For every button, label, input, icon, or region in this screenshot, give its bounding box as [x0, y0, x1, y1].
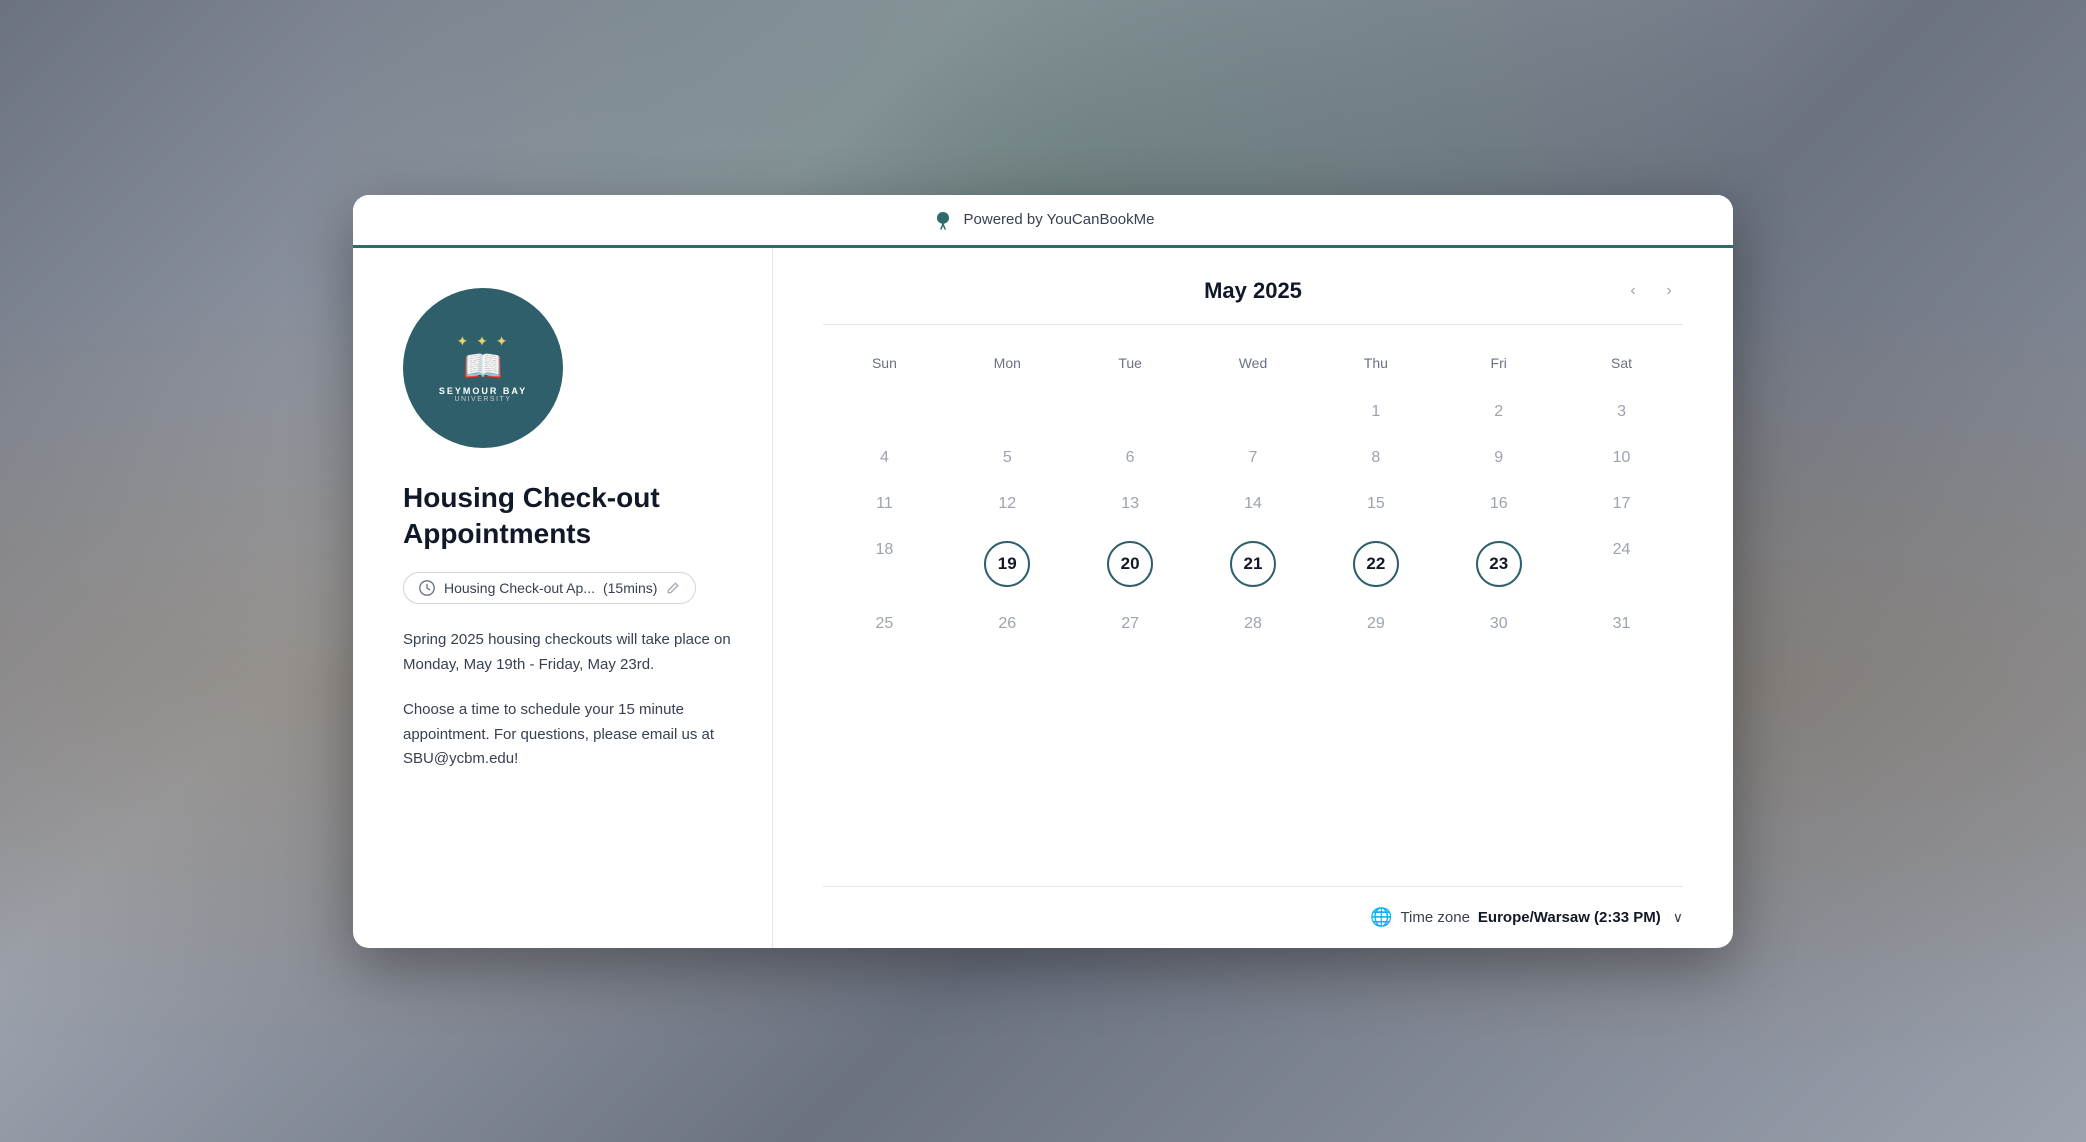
description-2: Choose a time to schedule your 15 minute…	[403, 698, 732, 772]
calendar-date-23[interactable]: 23	[1437, 527, 1560, 601]
calendar-date-8: 8	[1314, 435, 1437, 481]
calendar-date-9: 9	[1437, 435, 1560, 481]
calendar-date-7: 7	[1192, 435, 1315, 481]
clock-icon	[418, 579, 436, 597]
logo-org-name: SEYMOUR BAY	[439, 386, 527, 396]
globe-icon: 🌐	[1370, 907, 1392, 928]
calendar-date-5: 5	[946, 435, 1069, 481]
org-logo: ✦ ✦ ✦ 📖 SEYMOUR BAY UNIVERSITY	[403, 288, 563, 448]
ycbm-logo-icon	[932, 209, 954, 231]
calendar-divider	[823, 324, 1683, 325]
modal-header: Powered by YouCanBookMe	[353, 195, 1733, 248]
appointment-badge: Housing Check-out Ap... (15mins)	[403, 572, 696, 604]
calendar-grid: SunMonTueWedThuFriSat1234567891011121314…	[823, 345, 1683, 647]
calendar-date-28: 28	[1192, 601, 1315, 647]
calendar-date-31: 31	[1560, 601, 1683, 647]
badge-label: Housing Check-out Ap...	[444, 580, 595, 596]
calendar-footer: 🌐 Time zone Europe/Warsaw (2:33 PM) ∨	[823, 886, 1683, 928]
logo-org-sub: UNIVERSITY	[439, 396, 527, 403]
calendar-header: May 2025 ‹ ›	[823, 278, 1683, 304]
calendar-empty-cell	[1192, 389, 1315, 435]
modal-container: Powered by YouCanBookMe ✦ ✦ ✦ 📖 SEYMOUR …	[353, 195, 1733, 948]
calendar-date-18: 18	[823, 527, 946, 601]
calendar-date-4: 4	[823, 435, 946, 481]
logo-inner: ✦ ✦ ✦ 📖 SEYMOUR BAY UNIVERSITY	[439, 333, 527, 403]
calendar-date-20[interactable]: 20	[1069, 527, 1192, 601]
logo-book-icon: 📖	[439, 350, 527, 382]
calendar-date-2: 2	[1437, 389, 1560, 435]
calendar-date-30: 30	[1437, 601, 1560, 647]
left-panel: ✦ ✦ ✦ 📖 SEYMOUR BAY UNIVERSITY Housing C…	[353, 248, 773, 948]
timezone-label: Time zone	[1400, 909, 1469, 926]
calendar-dow-sun: Sun	[823, 345, 946, 389]
description: Spring 2025 housing checkouts will take …	[403, 628, 732, 772]
calendar-date-27: 27	[1069, 601, 1192, 647]
calendar-empty-cell	[823, 389, 946, 435]
modal-body: ✦ ✦ ✦ 📖 SEYMOUR BAY UNIVERSITY Housing C…	[353, 248, 1733, 948]
calendar-date-17: 17	[1560, 481, 1683, 527]
calendar-date-29: 29	[1314, 601, 1437, 647]
calendar-date-15: 15	[1314, 481, 1437, 527]
prev-month-button[interactable]: ‹	[1619, 277, 1647, 305]
calendar-date-22[interactable]: 22	[1314, 527, 1437, 601]
calendar-date-10: 10	[1560, 435, 1683, 481]
calendar-dow-mon: Mon	[946, 345, 1069, 389]
calendar-date-3: 3	[1560, 389, 1683, 435]
calendar-title: May 2025	[1204, 278, 1302, 304]
calendar-date-26: 26	[946, 601, 1069, 647]
calendar-date-21[interactable]: 21	[1192, 527, 1315, 601]
next-month-button[interactable]: ›	[1655, 277, 1683, 305]
calendar-date-14: 14	[1192, 481, 1315, 527]
calendar-date-16: 16	[1437, 481, 1560, 527]
powered-by-text: Powered by YouCanBookMe	[964, 211, 1155, 228]
calendar-empty-cell	[946, 389, 1069, 435]
calendar-date-11: 11	[823, 481, 946, 527]
timezone-dropdown-button[interactable]: ∨	[1673, 909, 1683, 926]
timezone-value: Europe/Warsaw (2:33 PM)	[1478, 909, 1661, 926]
nav-arrows: ‹ ›	[1619, 277, 1683, 305]
calendar-dow-wed: Wed	[1192, 345, 1315, 389]
calendar-date-24: 24	[1560, 527, 1683, 601]
description-1: Spring 2025 housing checkouts will take …	[403, 628, 732, 678]
calendar-date-1: 1	[1314, 389, 1437, 435]
calendar-date-12: 12	[946, 481, 1069, 527]
logo-stars: ✦ ✦ ✦	[439, 333, 527, 350]
calendar-empty-cell	[1069, 389, 1192, 435]
calendar-date-13: 13	[1069, 481, 1192, 527]
calendar-dow-sat: Sat	[1560, 345, 1683, 389]
calendar-dow-fri: Fri	[1437, 345, 1560, 389]
badge-duration: (15mins)	[603, 580, 657, 596]
right-panel: May 2025 ‹ › SunMonTueWedThuFriSat123456…	[773, 248, 1733, 948]
calendar-date-6: 6	[1069, 435, 1192, 481]
calendar-dow-thu: Thu	[1314, 345, 1437, 389]
calendar-date-25: 25	[823, 601, 946, 647]
calendar-date-19[interactable]: 19	[946, 527, 1069, 601]
page-title: Housing Check-out Appointments	[403, 480, 732, 553]
calendar-dow-tue: Tue	[1069, 345, 1192, 389]
edit-icon[interactable]	[665, 580, 681, 596]
